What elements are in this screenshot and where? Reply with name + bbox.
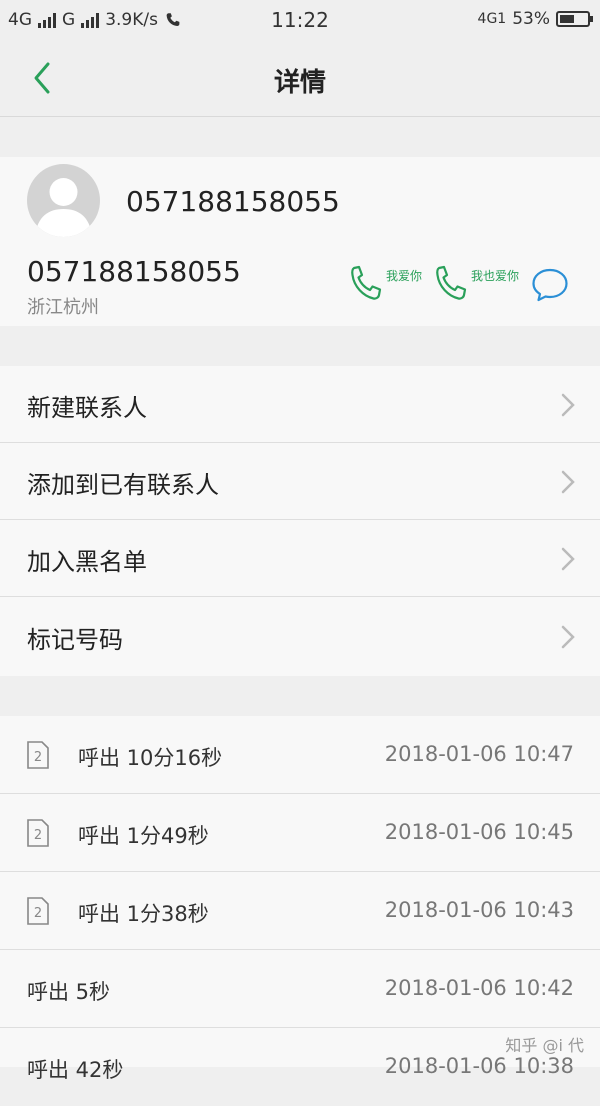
avatar-silhouette — [35, 178, 92, 237]
call-record[interactable]: 2 呼出 1分38秒 2018-01-06 10:43 — [0, 872, 600, 950]
menu-item-label: 标记号码 — [27, 626, 123, 654]
sim-card-icon: 2 — [27, 819, 49, 847]
network-type-3: 4G1 — [477, 11, 507, 27]
menu-item-mark-number[interactable]: 标记号码 — [0, 598, 600, 675]
watermark: 知乎 @i 代 — [505, 1036, 584, 1055]
menu-item-label: 添加到已有联系人 — [27, 471, 219, 499]
call-record[interactable]: 2 呼出 10分16秒 2018-01-06 10:47 — [0, 716, 600, 794]
call-history: 2 呼出 10分16秒 2018-01-06 10:47 2 呼出 1分49秒 … — [0, 716, 600, 1082]
status-right: 4G1 53% — [477, 9, 593, 29]
call-record[interactable]: 呼出 5秒 2018-01-06 10:42 — [0, 950, 600, 1028]
call-duration: 呼出 42秒 — [27, 1058, 124, 1082]
chevron-right-icon — [561, 625, 575, 649]
call-record[interactable]: 2 呼出 1分49秒 2018-01-06 10:45 — [0, 794, 600, 872]
sim-card-icon: 2 — [27, 741, 49, 769]
menu-item-new-contact[interactable]: 新建联系人 — [0, 366, 600, 443]
menu-item-blacklist[interactable]: 加入黑名单 — [0, 520, 600, 597]
call-time: 2018-01-06 10:47 — [384, 742, 574, 766]
contact-phone-number[interactable]: 057188158055 — [27, 255, 241, 288]
chevron-right-icon — [561, 470, 575, 494]
action-menu: 新建联系人 添加到已有联系人 加入黑名单 标记号码 — [0, 366, 600, 676]
avatar-placeholder-icon — [27, 164, 100, 237]
call-sim2-label: 我也爱你 — [471, 269, 520, 283]
chevron-right-icon — [561, 547, 575, 571]
call-sim1-button[interactable]: 我爱你 — [348, 264, 422, 302]
call-duration: 呼出 1分49秒 — [78, 824, 209, 848]
page-title: 详情 — [273, 68, 326, 98]
battery-fill — [560, 15, 574, 23]
menu-item-label: 新建联系人 — [27, 394, 147, 422]
sim-card-icon: 2 — [27, 897, 49, 925]
chevron-right-icon — [561, 393, 575, 417]
phone-icon — [436, 265, 467, 300]
contact-name: 057188158055 — [126, 185, 340, 218]
sim-number: 2 — [34, 828, 42, 843]
phone-icon — [351, 265, 382, 300]
battery-percent: 53% — [512, 9, 550, 29]
battery-icon — [556, 11, 593, 27]
title-bar: 详情 — [0, 40, 600, 117]
message-icon[interactable] — [531, 267, 569, 303]
contact-location: 浙江杭州 — [27, 297, 99, 318]
call-time: 2018-01-06 10:38 — [384, 1054, 574, 1078]
sim-number: 2 — [34, 750, 42, 765]
contact-card: 057188158055 057188158055 浙江杭州 我爱你 我也爱你 — [0, 157, 600, 326]
call-sim2-button[interactable]: 我也爱你 — [433, 264, 519, 302]
menu-item-add-to-existing[interactable]: 添加到已有联系人 — [0, 443, 600, 520]
call-time: 2018-01-06 10:45 — [384, 820, 574, 844]
call-duration: 呼出 5秒 — [27, 980, 111, 1004]
call-duration: 呼出 10分16秒 — [78, 746, 223, 770]
call-duration: 呼出 1分38秒 — [78, 902, 209, 926]
menu-item-label: 加入黑名单 — [27, 548, 147, 576]
status-bar: 4G G 3.9K/s 11:22 4G1 53% — [0, 0, 600, 40]
sim-number: 2 — [34, 906, 42, 921]
call-time: 2018-01-06 10:42 — [384, 976, 574, 1000]
call-time: 2018-01-06 10:43 — [384, 898, 574, 922]
call-sim1-label: 我爱你 — [386, 269, 423, 283]
